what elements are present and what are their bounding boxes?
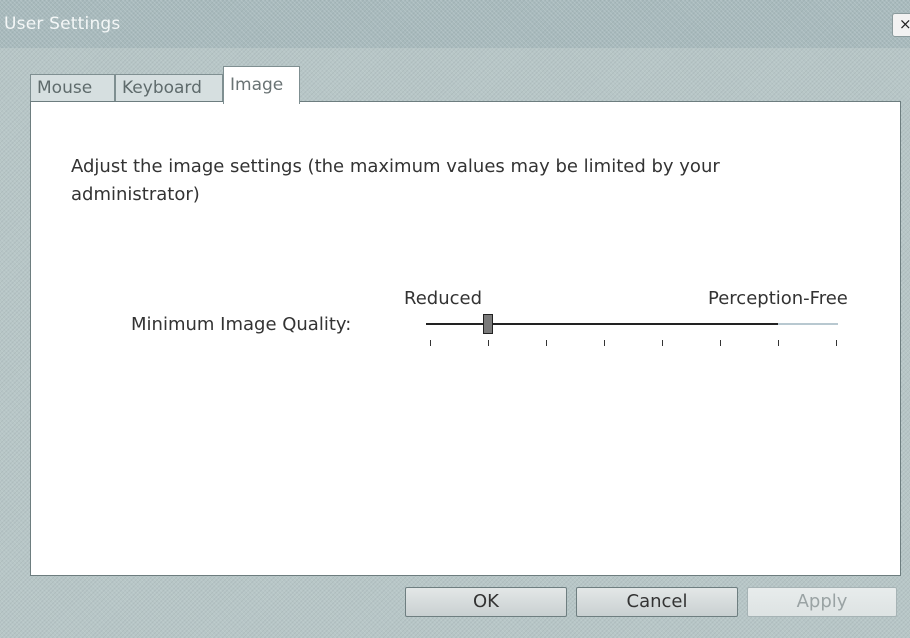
image-settings-description: Adjust the image settings (the maximum v… bbox=[71, 156, 720, 205]
close-button[interactable]: × bbox=[892, 13, 910, 37]
ok-button[interactable]: OK bbox=[405, 587, 567, 617]
cancel-button[interactable]: Cancel bbox=[576, 587, 738, 617]
slider-tick bbox=[430, 340, 431, 346]
slider-tick bbox=[720, 340, 721, 346]
slider-tick bbox=[488, 340, 489, 346]
slider-tick bbox=[604, 340, 605, 346]
title-bar[interactable]: User Settings × bbox=[0, 0, 910, 48]
tab-keyboard[interactable]: Keyboard bbox=[115, 74, 223, 102]
slider-tick bbox=[662, 340, 663, 346]
slider-tick bbox=[778, 340, 779, 346]
window-title: User Settings bbox=[4, 14, 121, 34]
slider-min-label: Reduced bbox=[404, 288, 483, 309]
image-quality-slider[interactable] bbox=[426, 314, 841, 354]
slider-tick bbox=[546, 340, 547, 346]
slider-track-disabled bbox=[778, 323, 838, 325]
dialog-button-bar: OK Cancel Apply bbox=[0, 584, 910, 624]
close-icon: × bbox=[899, 15, 910, 33]
slider-tick bbox=[836, 340, 837, 346]
slider-track-enabled[interactable] bbox=[426, 323, 778, 325]
image-settings-panel: Adjust the image settings (the maximum v… bbox=[30, 101, 901, 576]
tab-image[interactable]: Image bbox=[223, 66, 300, 104]
apply-button[interactable]: Apply bbox=[747, 587, 897, 617]
tab-mouse[interactable]: Mouse bbox=[30, 74, 115, 102]
minimum-image-quality-label: Minimum Image Quality: bbox=[131, 314, 352, 335]
slider-thumb[interactable] bbox=[483, 314, 493, 334]
user-settings-dialog: User Settings × Mouse Keyboard Image Adj… bbox=[0, 0, 910, 638]
slider-max-label: Perception-Free bbox=[708, 288, 848, 309]
